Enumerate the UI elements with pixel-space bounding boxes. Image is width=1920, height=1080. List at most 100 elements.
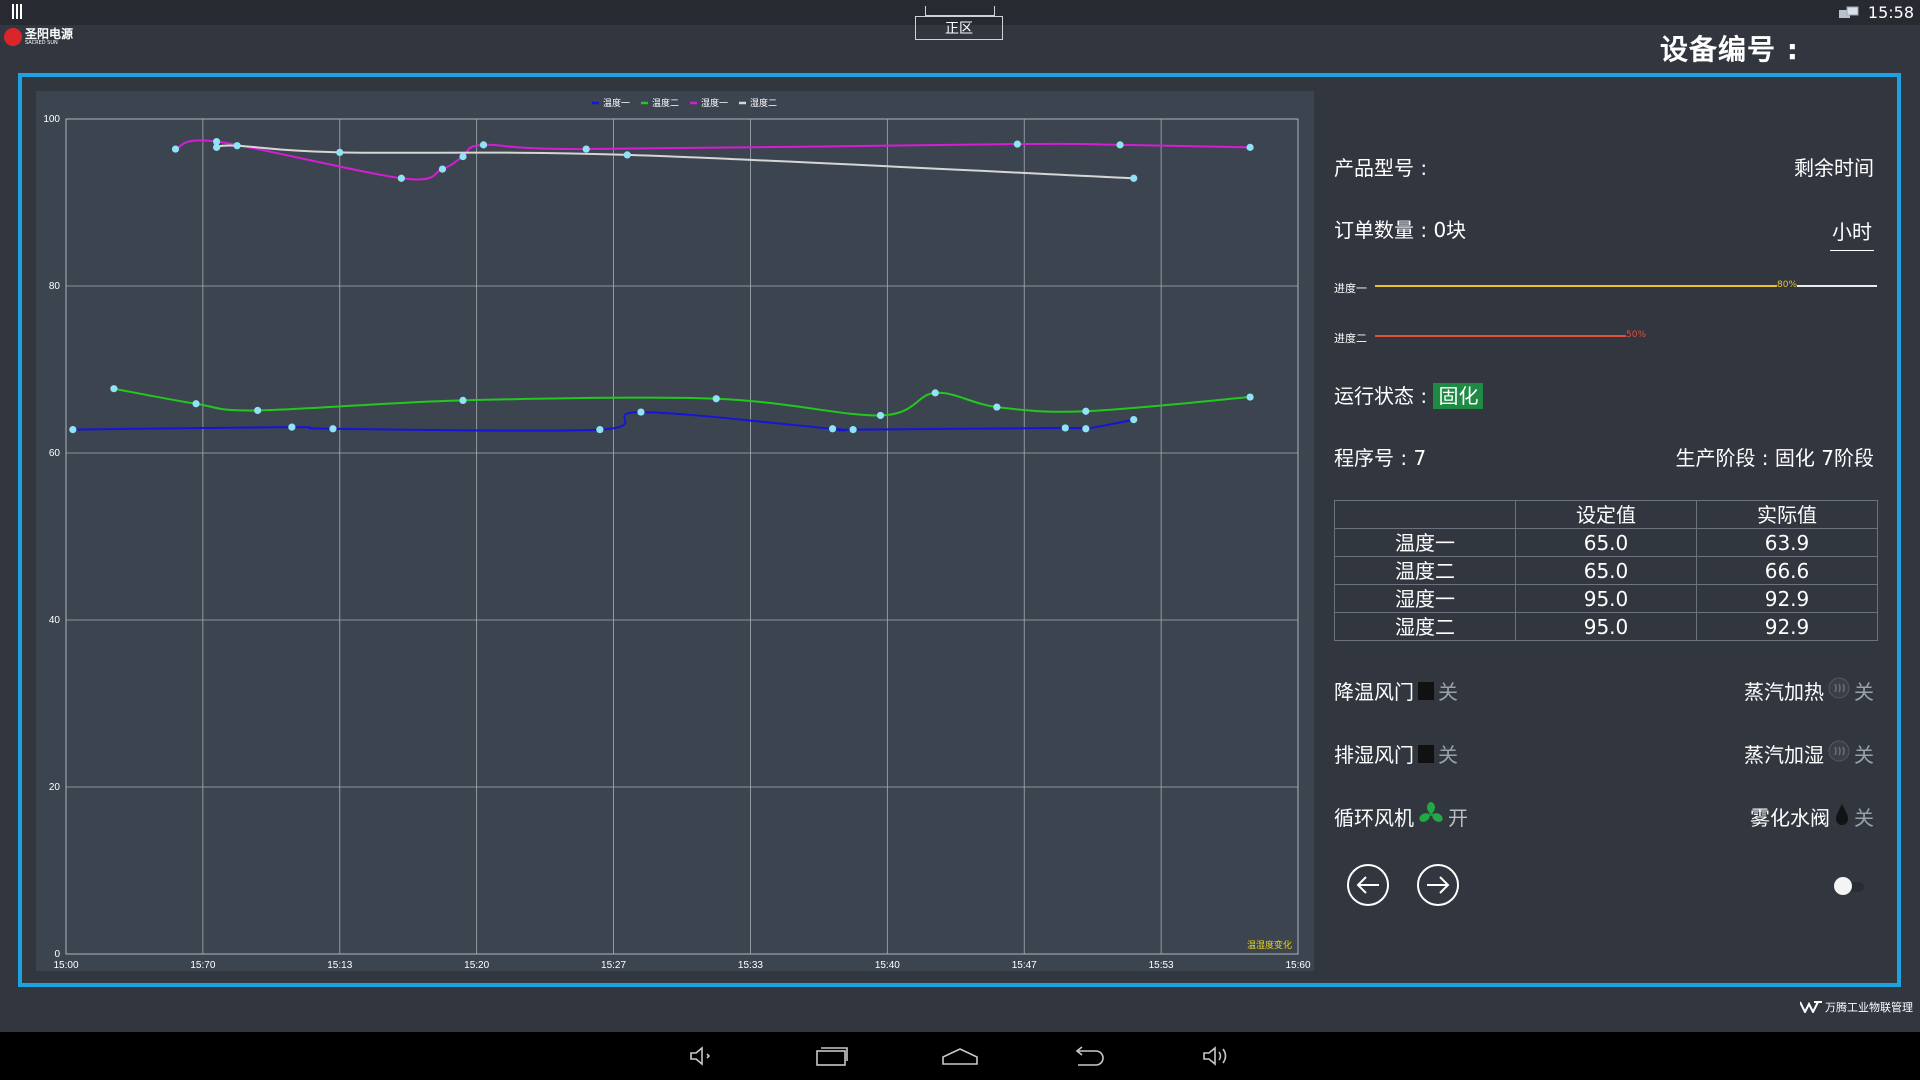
x-tick-label: 15:40	[875, 960, 900, 971]
steam-heating-label: 蒸汽加热	[1744, 680, 1824, 704]
fan-icon	[1418, 802, 1444, 831]
circulation-fan[interactable]: 循环风机 开	[1334, 802, 1468, 831]
legend-label: 温度一	[603, 97, 630, 109]
volume-down-icon	[690, 1046, 711, 1066]
table-header-row: 设定值 实际值	[1334, 500, 1878, 529]
steam-heat-icon	[1828, 677, 1850, 704]
legend-label: 温度二	[652, 97, 679, 109]
run-status-label: 运行状态 :	[1334, 384, 1428, 408]
footer-brand-text: 万腾工业物联管理	[1825, 1001, 1913, 1014]
x-tick-label: 15:20	[464, 960, 489, 971]
table-cell: 65.0	[1515, 556, 1697, 585]
table-cell: 温度一	[1334, 528, 1516, 557]
steam-humidifying-label: 蒸汽加湿	[1744, 743, 1824, 767]
data-point	[1130, 416, 1138, 424]
cooling-damper-label: 降温风门	[1334, 680, 1414, 704]
recent-apps-button[interactable]	[812, 1040, 852, 1072]
x-tick-label: 15:47	[1012, 960, 1037, 971]
data-point	[479, 141, 488, 149]
hours-unit-text: 小时	[1830, 220, 1874, 251]
cooling-damper-state: 关	[1438, 680, 1458, 704]
zone-tab[interactable]: 正区	[915, 16, 1003, 40]
run-status: 运行状态 : 固化	[1334, 380, 1484, 409]
data-point	[171, 145, 180, 153]
progress-1-fill	[1375, 285, 1777, 287]
table-cell: 63.9	[1696, 528, 1878, 557]
data-point	[876, 411, 885, 420]
previous-button[interactable]	[1347, 864, 1389, 906]
data-point	[849, 426, 857, 434]
parameter-table: 设定值 实际值 温度一 65.0 63.9 温度二 65.0 66.6 湿度一 …	[1334, 500, 1878, 641]
data-point	[288, 423, 296, 431]
device-number-label: 设备编号 :	[1660, 33, 1799, 66]
x-tick-label: 15:33	[738, 960, 763, 971]
data-point	[212, 143, 221, 151]
steam-heating[interactable]: 蒸汽加热 关	[1744, 676, 1874, 705]
x-tick-label: 15:13	[327, 960, 352, 971]
data-point	[1246, 143, 1254, 151]
back-button[interactable]	[1068, 1040, 1108, 1072]
table-header: 设定值	[1515, 500, 1697, 529]
exhaust-damper-state: 关	[1438, 743, 1458, 767]
data-point	[596, 426, 604, 434]
clock: 15:58	[1867, 3, 1914, 22]
status-badge: 固化	[1433, 383, 1484, 409]
data-point	[1082, 407, 1090, 415]
order-quantity: 订单数量 : 0块	[1334, 218, 1467, 242]
steam-humidifying[interactable]: 蒸汽加湿 关	[1744, 739, 1874, 768]
steam-humid-icon	[1828, 740, 1850, 767]
home-icon	[942, 1048, 978, 1065]
x-tick-label: 15:53	[1149, 960, 1174, 971]
program-number: 程序号 : 7	[1334, 446, 1427, 470]
next-button[interactable]	[1417, 864, 1459, 906]
brand-logo: 圣阳电源 SACRED SUN	[4, 26, 73, 48]
plot-area	[65, 118, 1299, 955]
y-tick-label: 40	[49, 615, 61, 626]
table-header: 实际值	[1696, 500, 1878, 529]
y-tick-label: 20	[49, 782, 61, 793]
y-tick-label: 0	[54, 949, 60, 960]
progress-1-percent: 80%	[1777, 280, 1798, 290]
x-tick-label: 15:27	[601, 960, 626, 971]
exhaust-damper-label: 排湿风门	[1334, 743, 1414, 767]
data-point	[459, 152, 467, 161]
table-cell: 湿度二	[1334, 612, 1516, 641]
data-point	[1130, 174, 1138, 182]
data-point	[254, 406, 262, 415]
table-row: 温度二 65.0 66.6	[1334, 556, 1878, 585]
x-tick-label: 15:60	[1285, 960, 1310, 971]
x-tick-label: 15:70	[190, 960, 215, 971]
product-model-label: 产品型号 :	[1334, 156, 1428, 180]
progress-2-label: 进度二	[1334, 332, 1367, 345]
toggle-switch[interactable]	[1834, 877, 1866, 895]
progress-2-percent: 50%	[1626, 330, 1647, 340]
damper-icon	[1418, 744, 1434, 763]
cooling-damper[interactable]: 降温风门 关	[1334, 676, 1458, 705]
table-cell: 65.0	[1515, 528, 1697, 557]
data-point	[329, 425, 337, 433]
steam-heating-state: 关	[1854, 680, 1874, 704]
table-row: 温度一 65.0 63.9	[1334, 528, 1878, 557]
progress-2-fill	[1375, 335, 1626, 337]
circulation-fan-state: 开	[1448, 806, 1468, 830]
mist-water-valve[interactable]: 雾化水阀 关	[1750, 802, 1874, 831]
arrow-right-icon	[1427, 876, 1450, 894]
exhaust-damper[interactable]: 排湿风门 关	[1334, 739, 1458, 768]
home-button[interactable]	[940, 1040, 980, 1072]
progress-1-label: 进度一	[1334, 282, 1367, 295]
progress-1-bar	[1375, 285, 1877, 287]
volume-up-button[interactable]	[1196, 1040, 1236, 1072]
table-cell: 温度二	[1334, 556, 1516, 585]
mist-water-valve-state: 关	[1854, 806, 1874, 830]
toggle-knob	[1834, 877, 1852, 895]
data-point	[582, 145, 590, 153]
volume-down-button[interactable]	[682, 1040, 722, 1072]
data-point	[1013, 140, 1021, 148]
data-point	[192, 400, 200, 408]
table-row: 湿度二 95.0 92.9	[1334, 612, 1878, 641]
data-point	[397, 174, 405, 182]
system-nav-bar	[0, 1032, 1920, 1080]
chart-description: 温湿度变化	[1247, 939, 1292, 951]
brand-name: 圣阳电源	[25, 27, 74, 41]
data-point	[623, 151, 631, 159]
